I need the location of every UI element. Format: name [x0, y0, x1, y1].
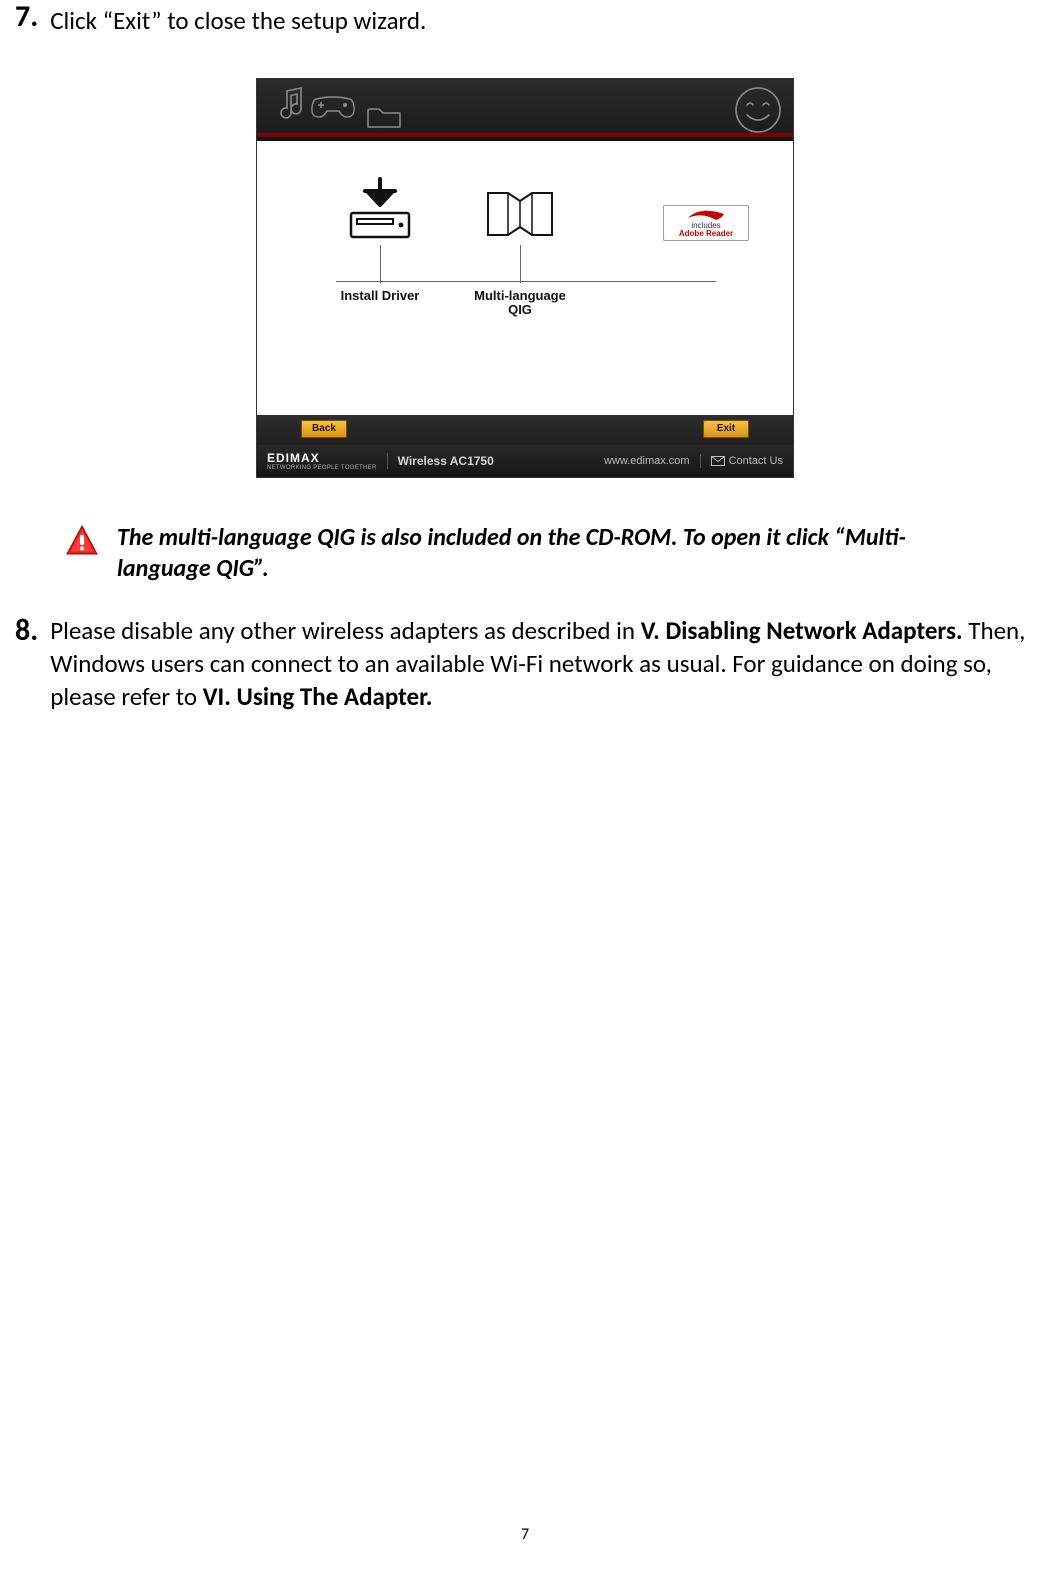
warning-note: The multi-language QIG is also included … [65, 522, 1035, 584]
horizontal-rule [336, 281, 716, 282]
connector-line [520, 245, 521, 283]
wizard-footer: EDIMAX NETWORKING PEOPLE TOGETHER Wirele… [257, 445, 793, 477]
brand-block: EDIMAX NETWORKING PEOPLE TOGETHER [267, 451, 377, 471]
footer-right: www.edimax.com Contact Us [604, 454, 783, 468]
wizard-screenshot: Install Driver Multi-language [15, 78, 1035, 478]
contact-us-label: Contact Us [729, 455, 783, 467]
brand-logo: EDIMAX [267, 451, 377, 465]
step-8-text: Please disable any other wireless adapte… [50, 614, 1035, 713]
warning-text: The multi-language QIG is also included … [117, 522, 987, 584]
adobe-text: includes Adobe Reader [679, 222, 733, 238]
footer-url[interactable]: www.edimax.com [604, 455, 690, 467]
document-page: 7. Click “Exit” to close the setup wizar… [0, 0, 1050, 1570]
step-8-pre: Please disable any other wireless adapte… [50, 615, 641, 646]
step-8-bold1: V. Disabling Network Adapters. [641, 615, 963, 646]
install-driver-option[interactable]: Install Driver [310, 175, 450, 318]
adobe-swoosh-icon [686, 208, 726, 222]
brand-tagline: NETWORKING PEOPLE TOGETHER [267, 465, 377, 471]
wizard-body: Install Driver Multi-language [257, 141, 793, 415]
adobe-brand: Adobe [679, 229, 704, 238]
qig-icon [482, 175, 558, 243]
step-8: 8. Please disable any other wireless ada… [15, 614, 1035, 713]
step-7: 7. Click “Exit” to close the setup wizar… [15, 0, 1035, 38]
exit-button[interactable]: Exit [703, 420, 749, 438]
wizard-window: Install Driver Multi-language [256, 78, 794, 478]
smile-icon [731, 83, 785, 137]
product-name: Wireless AC1750 [398, 454, 494, 468]
qig-label-line2: QIG [508, 302, 532, 317]
back-button[interactable]: Back [301, 420, 347, 438]
folder-icon [365, 103, 403, 133]
qig-label: Multi-language QIG [474, 289, 566, 318]
contact-us-link[interactable]: Contact Us [711, 455, 783, 467]
footer-divider [387, 453, 388, 469]
page-number: 7 [0, 1525, 1050, 1544]
envelope-icon [711, 456, 725, 466]
multilang-qig-option[interactable]: Multi-language QIG [450, 175, 590, 318]
wizard-items-row: Install Driver Multi-language [257, 175, 793, 318]
step-8-number: 8. [15, 614, 38, 647]
adobe-column [590, 175, 740, 318]
wizard-bottom: Back Exit EDIMAX NETWORKING PEOPLE TOGET… [257, 415, 793, 477]
connector-line [380, 245, 381, 283]
adobe-reader: Reader [706, 229, 733, 238]
install-driver-label: Install Driver [341, 289, 420, 303]
step-7-number: 7. [15, 0, 38, 33]
qig-label-line1: Multi-language [474, 288, 566, 303]
warning-icon [65, 524, 99, 558]
footer-sep [700, 454, 701, 468]
gamepad-icon [309, 87, 357, 121]
step-8-bold2: VI. Using The Adapter. [203, 681, 433, 712]
install-driver-icon [345, 175, 415, 243]
music-icon [271, 85, 311, 125]
step-7-text: Click “Exit” to close the setup wizard. [50, 0, 426, 38]
adobe-reader-badge[interactable]: includes Adobe Reader [663, 205, 749, 241]
wizard-top-banner [257, 79, 793, 141]
wizard-button-row: Back Exit [257, 415, 793, 445]
